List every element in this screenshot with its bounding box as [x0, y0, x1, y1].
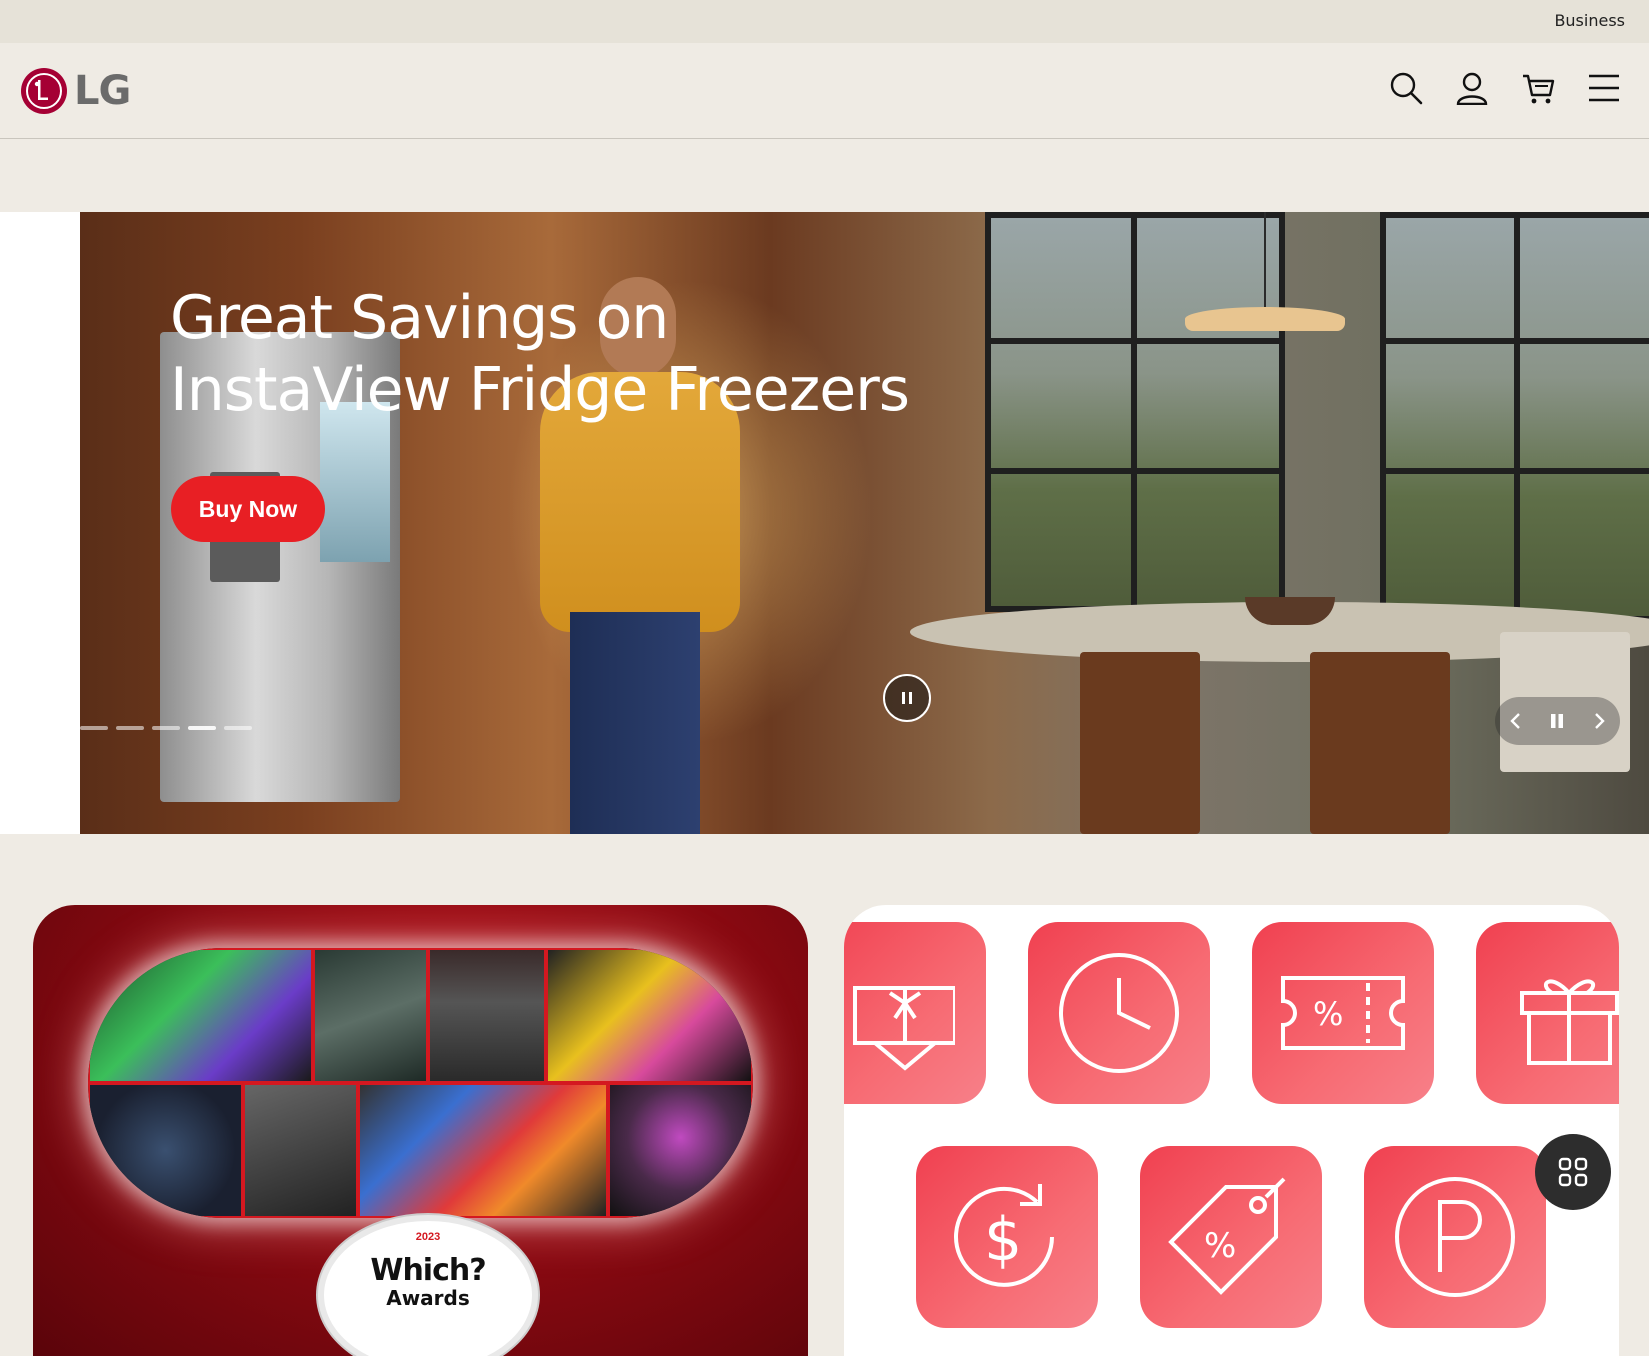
fruit-bowl	[1245, 597, 1335, 625]
site-header: LG	[0, 43, 1649, 139]
utility-bar: Business	[0, 0, 1649, 43]
search-icon[interactable]	[1389, 71, 1423, 105]
svg-text:%: %	[1204, 1226, 1236, 1266]
gift-card-icon	[844, 922, 986, 1104]
slide-indicators	[80, 726, 252, 730]
slide-indicator[interactable]	[80, 726, 108, 730]
hero-title-line1: Great Savings on	[170, 283, 669, 353]
party-speaker-image	[608, 1083, 753, 1218]
video-pause-button[interactable]	[883, 674, 931, 722]
oled-tv-image	[358, 1083, 608, 1218]
which-award-badge: 2023 Which? Awards	[318, 1215, 538, 1356]
pause-icon[interactable]	[1542, 706, 1572, 736]
chair	[1310, 652, 1450, 834]
slide-indicator-active[interactable]	[188, 726, 216, 730]
oled-tv-image	[88, 948, 313, 1083]
slide-indicator[interactable]	[116, 726, 144, 730]
cart-icon[interactable]	[1521, 71, 1555, 105]
window	[985, 212, 1285, 612]
hero-title-line2: InstaView Fridge Freezers	[170, 355, 910, 425]
award-label: Awards	[386, 1286, 470, 1310]
promo-card-awards[interactable]: 2023 Which? Awards	[33, 905, 808, 1356]
lg-logo-icon	[21, 68, 67, 114]
cashback-icon: $	[916, 1146, 1098, 1328]
pause-icon	[902, 692, 912, 704]
clock-icon	[1028, 922, 1210, 1104]
gift-box-icon	[1476, 922, 1619, 1104]
prev-icon[interactable]	[1501, 706, 1531, 736]
award-year: 2023	[415, 1231, 441, 1243]
menu-icon[interactable]	[1587, 71, 1621, 105]
account-icon[interactable]	[1455, 71, 1489, 105]
chair	[1080, 652, 1200, 834]
grid-icon	[1558, 1157, 1588, 1187]
points-icon	[1364, 1146, 1546, 1328]
tv-image	[546, 948, 753, 1083]
svg-text:$: $	[984, 1205, 1022, 1275]
product-collage	[88, 948, 753, 1218]
quick-menu-button[interactable]	[1535, 1134, 1611, 1210]
previous-slide-peek	[0, 212, 80, 834]
hero-carousel: Great Savings on InstaView Fridge Freeze…	[0, 212, 1649, 834]
buy-now-button[interactable]: Buy Now	[171, 476, 325, 542]
promo-card-offers[interactable]: % $ %	[844, 905, 1619, 1356]
logo-text: LG	[74, 68, 131, 114]
window	[1380, 212, 1649, 622]
business-link[interactable]: Business	[1554, 11, 1625, 30]
discount-tag-icon: %	[1140, 1146, 1322, 1328]
earbuds-image	[88, 1083, 243, 1218]
slide-indicator[interactable]	[224, 726, 252, 730]
carousel-controls	[1495, 697, 1620, 745]
svg-text:%: %	[1313, 995, 1343, 1033]
lg-logo[interactable]: LG	[20, 66, 131, 116]
hero-title: Great Savings on InstaView Fridge Freeze…	[170, 282, 930, 426]
coupon-icon: %	[1252, 922, 1434, 1104]
award-brand: Which?	[370, 1253, 486, 1288]
soundbar-image	[243, 1083, 358, 1218]
speaker-image	[313, 948, 428, 1083]
next-icon[interactable]	[1584, 706, 1614, 736]
pendant-lamp	[1185, 307, 1345, 331]
slide-indicator[interactable]	[152, 726, 180, 730]
lamp-speaker-image	[428, 948, 546, 1083]
